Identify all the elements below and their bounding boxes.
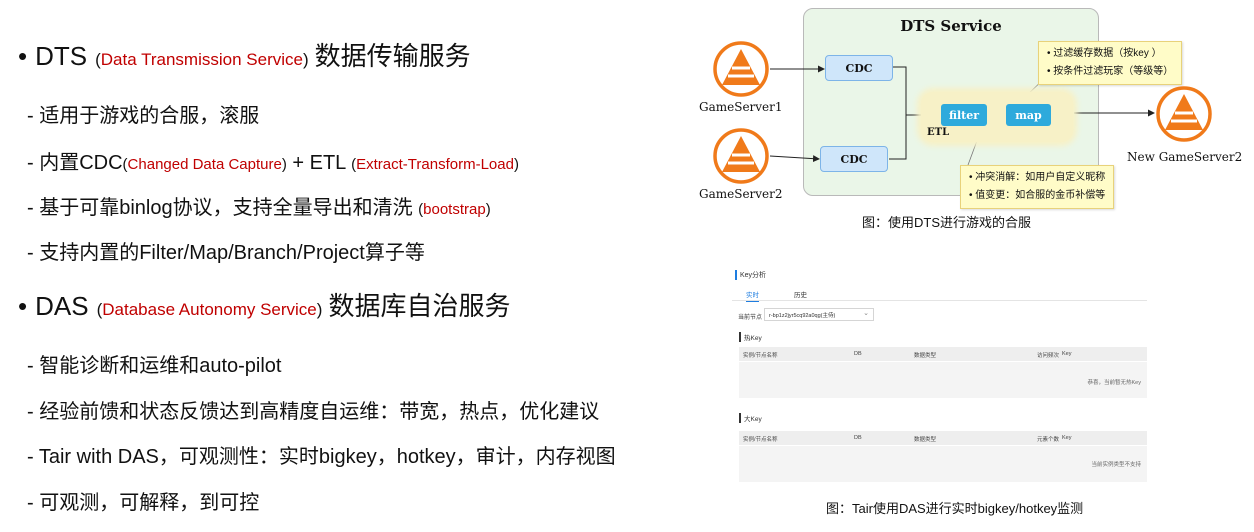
big-key-empty-text: 当前实例类型不支持: [1091, 462, 1141, 468]
note-map-line-2: • 值变更：如合服的金币补偿等: [969, 190, 1106, 201]
paren-close: ): [316, 300, 323, 319]
left-text-column: • DTS ( Data Transmission Service ) 数据传输…: [0, 0, 705, 532]
col-data-type: 数据类型: [914, 353, 937, 359]
note-filter-line-2: • 按条件过滤玩家（等级等）: [1047, 66, 1174, 77]
dts-item-1-text: - 适用于游戏的合服，滚服: [27, 105, 260, 127]
hot-key-table-body: 恭喜，当前暂无热Key: [739, 362, 1147, 398]
game-server-2-label: GameServer2: [699, 187, 783, 201]
dts-caption: 图：使用DTS进行游戏的合服: [862, 215, 1032, 230]
note-map-line-1: • 冲突消解：如用户自定义昵称: [969, 172, 1106, 183]
tab-history[interactable]: 历史: [794, 289, 807, 299]
das-item-1: - 智能诊断和运维和auto-pilot: [27, 349, 282, 378]
das-item-2: - 经验前馈和状态反馈达到高精度自运维：带宽，热点，优化建议: [27, 395, 599, 424]
das-item-3-text: - Tair with DAS，可观测性：实时bigkey，hotkey，审计，…: [27, 446, 616, 468]
hot-key-table-header: 实例/节点名称 DB 数据类型 访问频次 Key: [739, 347, 1147, 361]
dts-full-name: Data Transmission Service: [100, 50, 303, 69]
bullet-dot: •: [18, 41, 28, 71]
das-chinese-name: 数据库自治服务: [328, 291, 511, 321]
hot-key-empty-text: 恭喜，当前暂无热Key: [1087, 380, 1141, 386]
game-server-1-icon: [713, 41, 769, 97]
node-select-value: r-bp1z2jyr5cq92a0qg(主侍): [769, 313, 836, 319]
note-filter-line-1: • 过滤缓存数据（按key ）: [1047, 48, 1162, 59]
col-key: Key: [1062, 351, 1072, 357]
dts-diagram: DTS Service CDC CDC filter map ETL • 过滤缓…: [696, 0, 1254, 240]
etl-full-name: Extract-Transform-Load: [356, 156, 514, 173]
col-db: DB: [854, 435, 862, 441]
col-element-count: 元素个数: [1037, 437, 1060, 443]
dts-item-4: - 支持内置的Filter/Map/Branch/Project算子等: [27, 236, 425, 265]
paren-close: ): [485, 201, 491, 218]
dts-item-2-text: - 内置CDC: [27, 152, 123, 174]
node-select[interactable]: r-bp1z2jyr5cq92a0qg(主侍) ⌄: [764, 308, 874, 321]
das-full-name: Database Autonomy Service: [102, 300, 317, 319]
das-item-2-text: - 经验前馈和状态反馈达到高精度自运维：带宽，热点，优化建议: [27, 401, 600, 423]
das-item-4: - 可观测，可解释，到可控: [27, 486, 259, 515]
game-server-1-label: GameServer1: [699, 100, 783, 114]
das-caption: 图：Tair使用DAS进行实时bigkey/hotkey监测: [826, 501, 1084, 516]
col-instance: 实例/节点名称: [743, 437, 778, 443]
bootstrap-label: bootstrap: [423, 201, 486, 218]
paren-close: ): [513, 156, 519, 173]
chevron-down-icon: ⌄: [863, 310, 869, 317]
dts-item-2: - 内置CDC ( Changed Data Capture ) + ETL (…: [27, 146, 519, 175]
cdc-box-2: CDC: [820, 146, 888, 172]
bullet-dot: •: [18, 291, 28, 321]
col-key: Key: [1062, 435, 1072, 441]
etl-text: + ETL: [286, 152, 352, 174]
game-server-2-icon: [713, 128, 769, 184]
dts-item-3: - 基于可靠binlog协议，支持全量导出和清洗 ( bootstrap ): [27, 191, 491, 220]
node-label: 当前节点: [738, 315, 763, 321]
dts-name: DTS: [35, 41, 88, 71]
filter-chip: filter: [941, 104, 987, 126]
das-item-1-text: - 智能诊断和运维和auto-pilot: [27, 355, 282, 377]
col-instance: 实例/节点名称: [743, 353, 778, 359]
das-item-4-text: - 可观测，可解释，到可控: [27, 492, 260, 514]
col-data-type: 数据类型: [914, 437, 937, 443]
col-db: DB: [854, 351, 862, 357]
tab-realtime[interactable]: 实时: [746, 289, 759, 302]
dts-item-4-text: - 支持内置的Filter/Map/Branch/Project算子等: [27, 242, 425, 264]
map-chip: map: [1006, 104, 1051, 126]
panel-title: Key分析: [735, 270, 766, 280]
paren-close: ): [302, 50, 309, 69]
note-map: • 冲突消解：如用户自定义昵称 • 值变更：如合服的金币补偿等: [960, 165, 1115, 209]
tab-bar: 实时 历史: [732, 288, 1147, 302]
note-filter: • 过滤缓存数据（按key ） • 按条件过滤玩家（等级等）: [1038, 41, 1183, 85]
big-key-table-header: 实例/节点名称 DB 数据类型 元素个数 Key: [739, 431, 1147, 445]
new-game-server-icon: [1156, 86, 1212, 142]
das-item-3: - Tair with DAS，可观测性：实时bigkey，hotkey，审计，…: [27, 440, 616, 469]
big-key-title: 大Key: [739, 413, 762, 423]
das-key-analysis-panel: Key分析 实时 历史 当前节点 r-bp1z2jyr5cq92a0qg(主侍)…: [732, 268, 1152, 483]
dts-heading: • DTS ( Data Transmission Service ) 数据传输…: [18, 36, 471, 73]
new-game-server-label: New GameServer2: [1127, 150, 1243, 164]
col-access-freq: 访问频次: [1037, 353, 1060, 359]
dts-item-3-text: - 基于可靠binlog协议，支持全量导出和清洗: [27, 197, 419, 219]
big-key-table-body: 当前实例类型不支持: [739, 446, 1147, 482]
etl-label: ETL: [927, 127, 950, 138]
das-heading: • DAS ( Database Autonomy Service ) 数据库自…: [18, 286, 510, 323]
cdc-full-name: Changed Data Capture: [127, 156, 282, 173]
dts-item-1: - 适用于游戏的合服，滚服: [27, 99, 259, 128]
dts-chinese-name: 数据传输服务: [314, 41, 471, 71]
hot-key-title: 热Key: [739, 332, 762, 342]
cdc-box-1: CDC: [825, 55, 893, 81]
das-name: DAS: [35, 291, 89, 321]
